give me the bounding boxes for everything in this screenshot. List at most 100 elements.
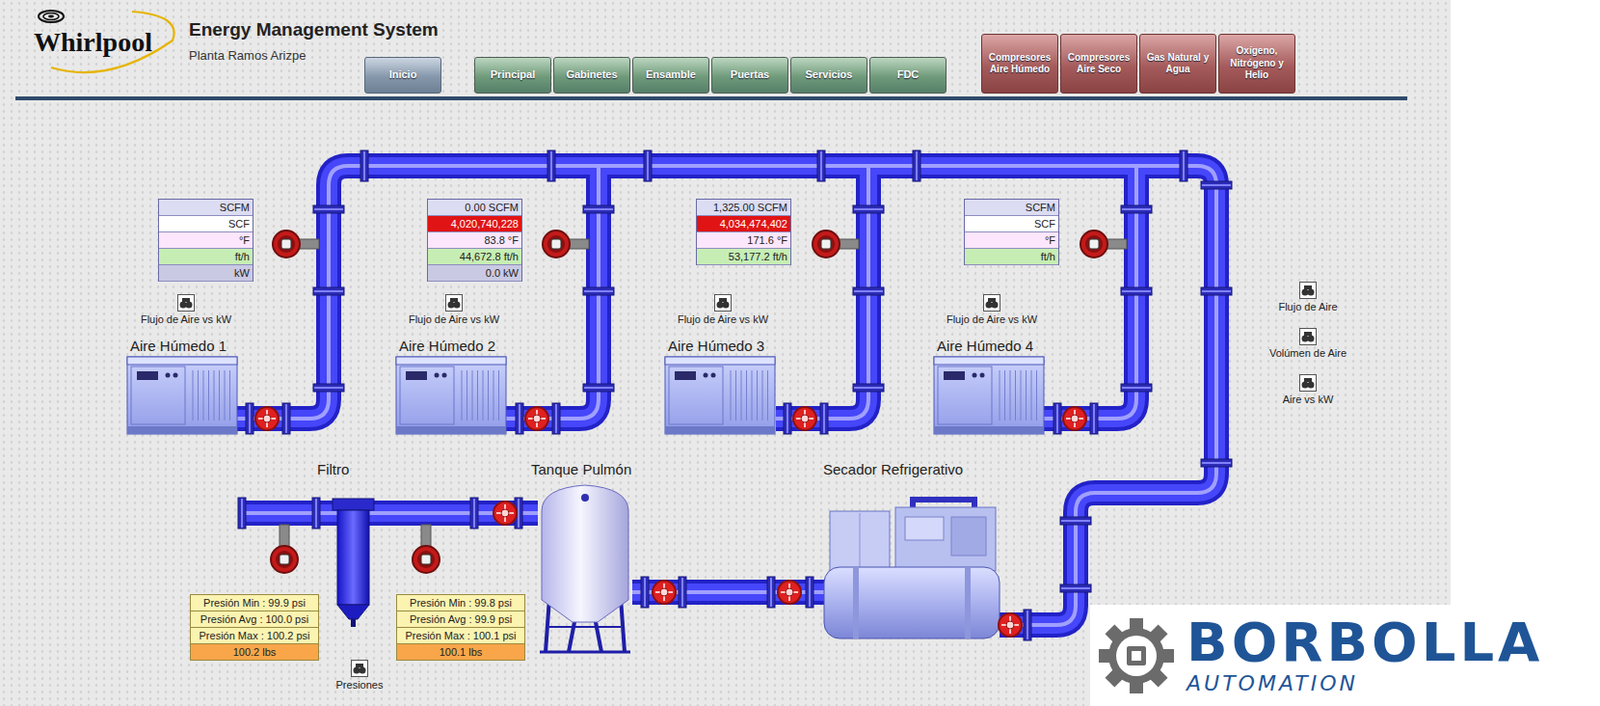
valve — [652, 580, 676, 604]
pipe-flange — [1120, 205, 1152, 214]
pipe-flange — [313, 383, 345, 392]
nav-button[interactable]: Gabinetes — [553, 56, 631, 94]
pipe-flange — [853, 205, 884, 214]
pipe-flange — [238, 497, 246, 529]
pressure-row: Presión Avg : 100.0 psi — [190, 611, 319, 628]
borbolla-logo: BORBOLLA AUTOMATION — [1090, 604, 1600, 706]
pipe-flange — [583, 383, 614, 392]
pipe-flange — [515, 402, 524, 434]
reading-row: 4,034,474,402 — [696, 215, 791, 233]
chart-link[interactable]: Flujo de Aire vs kW — [665, 293, 781, 325]
gear-chip-icon — [1095, 614, 1177, 696]
report-icon[interactable] — [1299, 373, 1317, 392]
pipe-flange — [912, 150, 921, 182]
diagram-canvas: Aire Húmedo 1 SCFMSCF°Fft/hkW Flujo de A… — [0, 0, 1451, 706]
pipe-flange — [1060, 584, 1092, 592]
nav-button[interactable]: Ensamble — [632, 56, 710, 94]
compressor — [665, 356, 775, 434]
ems-screen: Aire Húmedo 1 SCFMSCF°Fft/hkW Flujo de A… — [0, 0, 1600, 706]
report-icon[interactable] — [714, 293, 732, 312]
chart-link[interactable]: Flujo de Aire vs kW — [396, 293, 512, 325]
reading-panel: 0.00 SCFM4,020,740,22883.8 °F44,672.8 ft… — [426, 198, 523, 282]
reading-row: ft/h — [159, 248, 253, 266]
pipe-flange — [1200, 181, 1232, 189]
pressure-panel: Presión Min : 99.8 psiPresión Avg : 99.9… — [396, 593, 526, 661]
nav-button[interactable]: Compresores Aire Húmedo — [981, 33, 1059, 94]
nav-button[interactable]: Servicios — [790, 56, 868, 94]
compressor — [127, 356, 238, 434]
report-icon[interactable] — [983, 293, 1001, 312]
nav-button[interactable]: Gas Natural y Agua — [1139, 33, 1217, 94]
pipe-flange — [583, 287, 614, 295]
pipe-flange — [552, 402, 560, 434]
pressure-panel: Presión Min : 99.9 psiPresión Avg : 100.… — [189, 593, 320, 661]
pipe-flange — [640, 576, 649, 608]
report-icon[interactable] — [445, 293, 463, 312]
valve — [777, 580, 801, 604]
compressor — [396, 356, 507, 434]
chart-link[interactable]: Aire vs kW — [1250, 373, 1366, 405]
pressure-total: 100.2 lbs — [190, 643, 319, 661]
pipes — [237, 165, 1217, 625]
report-icon[interactable] — [350, 659, 369, 677]
nav-button[interactable]: Puertas — [711, 56, 789, 94]
chart-link[interactable]: Volúmen de Aire — [1250, 327, 1366, 359]
whirlpool-logo: Whirlpool — [31, 7, 177, 83]
report-icon[interactable] — [177, 293, 195, 312]
reading-row: SCFM — [159, 199, 253, 216]
pipe-flange — [1200, 458, 1232, 467]
pipe-flange — [783, 402, 792, 434]
valve — [525, 406, 549, 430]
pipe-flange — [1200, 287, 1232, 295]
pipe-flange — [245, 402, 254, 434]
nav-bar: Inicio PrincipalGabinetesEnsamblePuertas… — [188, 33, 1408, 94]
pipe-flange — [767, 576, 775, 608]
buffer-tank — [539, 484, 631, 652]
reading-row: 0.00 SCFM — [427, 199, 522, 216]
chart-link[interactable]: Flujo de Aire vs kW — [128, 293, 244, 325]
reading-row: °F — [964, 232, 1059, 249]
pressure-row: Presión Min : 99.9 psi — [190, 594, 319, 612]
pipe-flange — [1179, 150, 1188, 182]
nav-button[interactable]: Oxígeno, Nitrógeno y Helio — [1218, 33, 1296, 94]
compressor — [933, 356, 1044, 434]
pipe-flange — [853, 383, 884, 392]
pipe-flange — [678, 576, 687, 608]
pressure-row: Presión Max : 100.2 psi — [190, 627, 319, 644]
valve — [255, 406, 279, 430]
pipe-flange — [1120, 383, 1152, 392]
pipe-flange — [643, 150, 652, 182]
reading-row: kW — [159, 265, 253, 282]
pressure-link[interactable]: Presiones — [301, 659, 418, 691]
pipe-flange — [583, 205, 614, 214]
chart-link[interactable]: Flujo de Aire vs kW — [933, 293, 1050, 325]
flow-meter — [542, 230, 589, 258]
nav-button[interactable]: Inicio — [364, 56, 442, 94]
pressure-meter — [412, 524, 440, 573]
valve — [793, 406, 817, 430]
pressure-row: Presión Max : 100.1 psi — [397, 627, 525, 644]
reading-row: 1,325.00 SCFM — [696, 199, 791, 216]
pipe-flange — [470, 497, 479, 529]
pressure-row: Presión Min : 99.8 psi — [397, 594, 525, 612]
nav-button[interactable]: Compresores Aire Seco — [1060, 33, 1138, 94]
valve — [493, 501, 517, 525]
chart-link[interactable]: Flujo de Aire — [1250, 281, 1366, 313]
report-icon[interactable] — [1299, 327, 1317, 346]
pipe-flange — [1053, 402, 1062, 434]
pressure-total: 100.1 lbs — [397, 643, 525, 661]
pipe-flange — [313, 205, 345, 214]
compressor-label: Aire Húmedo 1 — [130, 337, 227, 354]
reading-row: 53,177.2 ft/h — [696, 248, 791, 266]
pipe-flange — [282, 402, 291, 434]
reading-row: SCFM — [964, 199, 1059, 216]
flow-meter — [812, 230, 859, 258]
pressure-row: Presión Avg : 99.9 psi — [397, 611, 525, 628]
pipe-flange — [1060, 516, 1092, 525]
report-icon[interactable] — [1299, 281, 1317, 299]
reading-row: 171.6 °F — [696, 232, 791, 249]
nav-button[interactable]: FDC — [869, 56, 947, 94]
pipe-flange — [805, 576, 814, 608]
nav-button[interactable]: Principal — [474, 56, 552, 94]
reading-row: °F — [159, 232, 253, 249]
